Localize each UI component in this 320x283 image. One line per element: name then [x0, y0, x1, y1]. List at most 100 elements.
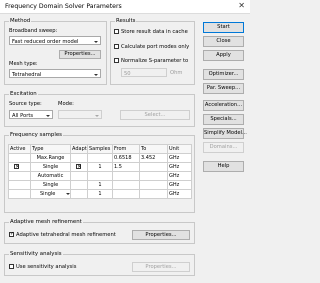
adapt-checkbox[interactable]	[76, 164, 82, 171]
chevron-down-icon	[93, 71, 99, 76]
help-button[interactable]: Help	[203, 161, 244, 172]
active-cell	[8, 153, 31, 163]
type-cell-select[interactable]: Single	[30, 189, 71, 199]
simplify-model-button[interactable]: Simplify Model...	[203, 128, 247, 139]
select-ports-button[interactable]: Select...	[120, 110, 190, 120]
start-button[interactable]: Start	[203, 22, 244, 33]
samples-cell[interactable]: 1	[87, 189, 113, 199]
samples-cell[interactable]: 1	[87, 162, 113, 172]
active-cell[interactable]	[8, 189, 31, 199]
normalize-s-parameter-checkbox[interactable]	[114, 58, 119, 63]
par-sweep-button[interactable]: Par. Sweep...	[203, 83, 244, 94]
source-type-select[interactable]: All Ports	[9, 110, 53, 119]
adapt-cell[interactable]	[70, 180, 88, 190]
active-cell[interactable]	[8, 162, 31, 172]
type-cell[interactable]: Single	[30, 162, 71, 172]
close-icon[interactable]: ✕	[238, 2, 245, 10]
to-cell[interactable]	[139, 171, 168, 181]
title-bar: Frequency Domain Solver Parameters ✕	[0, 0, 250, 14]
samples-cell	[87, 153, 113, 163]
unit-cell[interactable]: GHz	[167, 162, 192, 172]
chevron-down-icon	[94, 112, 100, 117]
type-cell: Max.Range	[30, 153, 71, 163]
excitation-group-title: Excitation	[9, 91, 38, 97]
column-header-type: Type	[30, 144, 71, 154]
samples-cell[interactable]	[87, 171, 113, 181]
store-result-label: Store result data in cache	[121, 28, 188, 35]
active-checkbox[interactable]	[14, 164, 20, 171]
close-button[interactable]: Close	[203, 36, 244, 47]
results-group-title: Results	[115, 18, 137, 24]
chevron-down-icon	[93, 38, 99, 43]
table-row[interactable]: Max.Range 0.6518 3.452 GHz	[8, 153, 192, 163]
column-header-from: From	[112, 144, 140, 154]
to-cell[interactable]	[139, 180, 168, 190]
column-header-active: Active	[8, 144, 31, 154]
mode-select[interactable]	[58, 110, 102, 119]
specials-button[interactable]: Specials...	[203, 114, 244, 125]
from-cell[interactable]	[112, 180, 140, 190]
sensitivity-label: Use sensitivity analysis	[16, 263, 77, 270]
broadband-sweep-select[interactable]: Fast reduced order model	[9, 36, 101, 45]
method-properties-button[interactable]: Properties...	[59, 50, 101, 59]
table-row[interactable]: Single 1 GHz	[8, 180, 192, 190]
table-row[interactable]: Single 1 GHz	[8, 189, 192, 199]
column-header-adapt: Adapt.	[70, 144, 88, 154]
from-cell[interactable]: 0.6518	[112, 153, 140, 163]
column-header-samples: Samples	[87, 144, 113, 154]
ohm-unit-label: Ohm	[170, 70, 183, 76]
table-row[interactable]: Automatic GHz	[8, 171, 192, 181]
to-cell[interactable]	[139, 162, 168, 172]
window-title: Frequency Domain Solver Parameters	[5, 3, 122, 10]
acceleration-button[interactable]: Acceleration...	[203, 100, 244, 111]
domains-button[interactable]: Domains...	[203, 142, 244, 153]
adaptive-mesh-checkbox[interactable]	[9, 231, 14, 238]
calculate-port-modes-checkbox[interactable]	[114, 44, 119, 49]
unit-cell: GHz	[167, 153, 192, 163]
store-result-checkbox[interactable]	[114, 29, 119, 34]
sensitivity-group-title: Sensitivity analysis	[9, 251, 63, 257]
type-cell-value: Single	[40, 191, 56, 197]
to-cell[interactable]: 3.452	[139, 153, 168, 163]
optimizer-button[interactable]: Optimizer...	[203, 69, 244, 80]
mode-label: Mode:	[58, 101, 74, 107]
column-header-unit: Unit	[167, 144, 192, 154]
apply-button[interactable]: Apply	[203, 50, 244, 61]
mesh-type-value: Tetrahedral	[12, 71, 42, 78]
sensitivity-properties-button[interactable]: Properties...	[132, 262, 190, 272]
table-row[interactable]: Single 1 1.5 GHz	[8, 162, 192, 172]
mesh-type-select[interactable]: Tetrahedral	[9, 69, 101, 78]
adapt-cell[interactable]	[70, 189, 88, 199]
calculate-port-modes-label: Calculate port modes only	[121, 43, 190, 50]
chevron-down-icon	[65, 191, 70, 197]
from-cell[interactable]	[112, 189, 140, 199]
chevron-down-icon	[45, 112, 51, 117]
source-type-label: Source type:	[9, 101, 42, 107]
adaptive-mesh-group-title: Adaptive mesh refinement	[9, 219, 83, 225]
table-header-row: Active Type Adapt. Samples From To Unit	[8, 144, 192, 154]
normalize-s-parameter-label: Normalize S-parameter to	[121, 57, 189, 64]
unit-cell[interactable]: GHz	[167, 189, 192, 199]
normalize-impedance-value: 50	[124, 70, 131, 77]
normalize-impedance-input[interactable]: 50	[121, 68, 167, 77]
unit-cell[interactable]: GHz	[167, 180, 192, 190]
active-cell[interactable]	[8, 180, 31, 190]
frequency-samples-group-title: Frequency samples	[9, 132, 63, 138]
active-cell[interactable]	[8, 171, 31, 181]
source-type-value: All Ports	[12, 112, 34, 119]
type-cell[interactable]: Automatic	[30, 171, 71, 181]
column-header-to: To	[139, 144, 168, 154]
sensitivity-checkbox[interactable]	[9, 264, 14, 269]
method-group-title: Method	[9, 18, 32, 24]
unit-cell[interactable]: GHz	[167, 171, 192, 181]
type-cell[interactable]: Single	[30, 180, 71, 190]
from-cell[interactable]	[112, 171, 140, 181]
samples-cell[interactable]: 1	[87, 180, 113, 190]
from-cell[interactable]: 1.5	[112, 162, 140, 172]
adapt-cell[interactable]	[70, 162, 88, 172]
adaptive-properties-button[interactable]: Properties...	[132, 230, 190, 240]
frequency-samples-table: Active Type Adapt. Samples From To Unit …	[8, 144, 192, 199]
to-cell[interactable]	[139, 189, 168, 199]
adapt-cell[interactable]	[70, 171, 88, 181]
adapt-cell	[70, 153, 88, 163]
